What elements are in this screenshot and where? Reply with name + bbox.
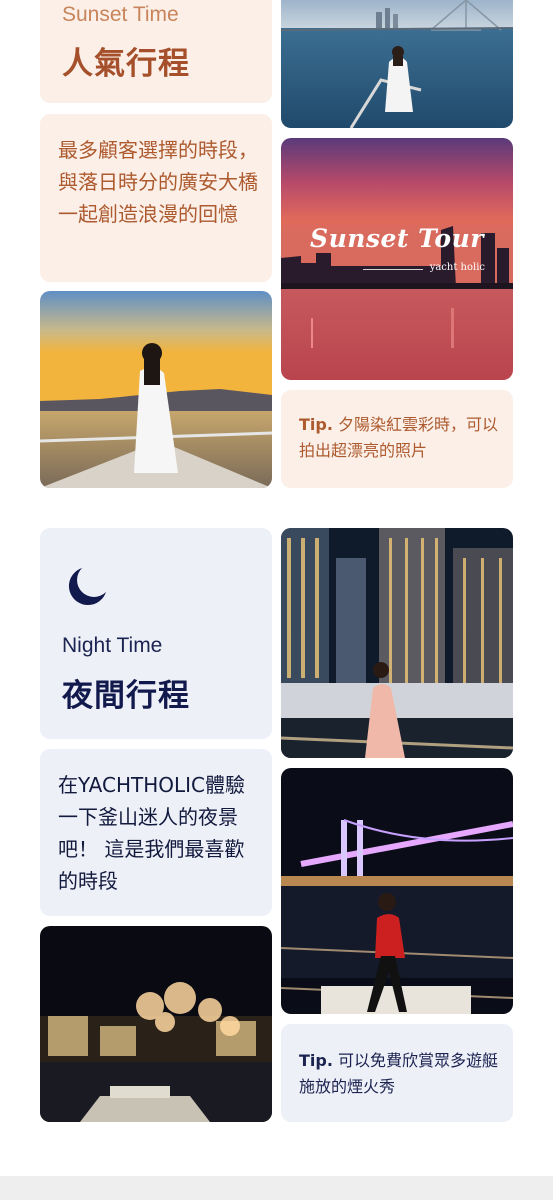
photo-fireworks-night bbox=[40, 926, 272, 1122]
night-title-en: Night Time bbox=[62, 634, 163, 657]
sunset-tour-title: Sunset Tour bbox=[310, 224, 484, 253]
night-description-card: 在YACHTHOLIC體驗一下釜山迷人的夜景吧！ 這是我們最喜歡的時段 bbox=[40, 749, 272, 916]
night-title-cn: 夜間行程 bbox=[62, 678, 190, 714]
sunset-tour-brand: yacht holic bbox=[429, 262, 485, 273]
sunset-description: 最多顧客選擇的時段，與落日時分的廣安大橋一起創造浪漫的回憶 bbox=[58, 138, 258, 226]
sunset-tip: Tip. 夕陽染紅雲彩時，可以拍出超漂亮的照片 bbox=[299, 412, 501, 464]
sunset-tip-card: Tip. 夕陽染紅雲彩時，可以拍出超漂亮的照片 bbox=[281, 390, 513, 488]
night-tip-label: Tip. bbox=[299, 1051, 333, 1070]
sunset-description-card: 最多顧客選擇的時段，與落日時分的廣安大橋一起創造浪漫的回憶 bbox=[40, 114, 272, 282]
photo-woman-bridge-night bbox=[281, 768, 513, 1014]
crescent-moon-icon bbox=[68, 568, 106, 606]
sunset-title-card: Sunset Time 人氣行程 bbox=[40, 0, 272, 103]
sunset-title-en: Sunset Time bbox=[62, 3, 179, 26]
tour-divider bbox=[363, 269, 423, 270]
night-tip-card: Tip. 可以免費欣賞眾多遊艇施放的煙火秀 bbox=[281, 1024, 513, 1122]
bottom-bar bbox=[0, 1176, 553, 1200]
photo-woman-on-yacht-day bbox=[281, 0, 513, 128]
sunset-tip-label: Tip. bbox=[299, 415, 333, 434]
sunset-tour-photo: Sunset Tour yacht holic bbox=[281, 138, 513, 380]
night-description: 在YACHTHOLIC體驗一下釜山迷人的夜景吧！ 這是我們最喜歡的時段 bbox=[58, 773, 246, 893]
sunset-title-cn: 人氣行程 bbox=[62, 46, 190, 82]
photo-woman-night-marina bbox=[281, 528, 513, 758]
night-title-card: Night Time 夜間行程 bbox=[40, 528, 272, 739]
photo-woman-sunset-deck bbox=[40, 291, 272, 488]
night-tip: Tip. 可以免費欣賞眾多遊艇施放的煙火秀 bbox=[299, 1048, 501, 1100]
